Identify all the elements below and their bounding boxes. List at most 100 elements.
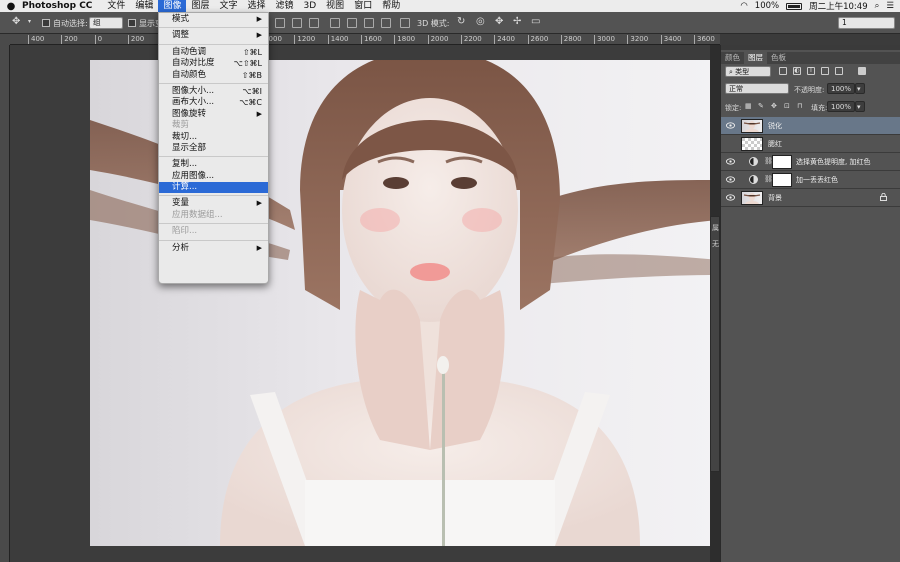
align-icon[interactable] — [309, 18, 319, 28]
collapsed-panel[interactable]: 属 无 — [710, 216, 720, 472]
layer-row[interactable]: 锐化 — [721, 117, 900, 135]
distribute-icon[interactable] — [364, 18, 374, 28]
lock-transparent-icon[interactable]: ▦ — [745, 102, 752, 110]
menu-item[interactable]: 自动色调 ⇧⌘L — [159, 47, 268, 58]
tab-color[interactable]: 颜色 — [721, 52, 744, 64]
menu-edit[interactable]: 编辑 — [130, 0, 158, 12]
filter-type-icon[interactable]: T — [807, 67, 815, 75]
tab-swatches[interactable]: 色板 — [767, 52, 790, 64]
notification-icon[interactable]: ☰ — [886, 1, 894, 11]
distribute-icon[interactable] — [381, 18, 391, 28]
menu-item[interactable]: 显示全部 — [159, 143, 268, 154]
layer-name[interactable]: 锐化 — [768, 120, 782, 132]
lock-artboard-icon[interactable]: ⊡ — [784, 102, 790, 110]
move-tool-icon[interactable]: ✥ — [12, 16, 20, 27]
layer-row[interactable]: ⛓ 选择黄色提明度, 加红色 — [721, 153, 900, 171]
auto-align-icon[interactable] — [400, 18, 410, 28]
menu-item[interactable]: 计算... — [159, 182, 268, 194]
menu-select[interactable]: 选择 — [242, 0, 270, 12]
layer-name[interactable]: 腮红 — [768, 138, 782, 150]
visibility-eye-icon[interactable] — [726, 194, 735, 201]
battery-icon[interactable] — [786, 2, 803, 10]
menu-filter[interactable]: 滤镜 — [271, 0, 299, 12]
auto-select-dropdown[interactable]: 组 — [89, 17, 123, 29]
layer-filter-value: 类型 — [735, 68, 750, 76]
layer-name[interactable]: 加一丢丢红色 — [796, 174, 838, 186]
menu-separator — [159, 195, 268, 197]
visibility-eye-icon[interactable] — [726, 122, 735, 129]
filter-adjustment-icon[interactable]: ◐ — [793, 67, 801, 75]
horizontal-ruler[interactable]: 4002000200400600800100012001400160018002… — [10, 34, 720, 45]
panel-header-strip[interactable] — [721, 45, 900, 50]
menu-item[interactable]: 裁切... — [159, 132, 268, 143]
filter-smart-object-icon[interactable] — [835, 67, 843, 75]
menu-item[interactable]: 变量 ▶ — [159, 198, 268, 209]
chevron-down-icon[interactable]: ▾ — [28, 18, 31, 25]
3d-slide-icon[interactable]: ✢ — [513, 16, 521, 27]
visibility-eye-icon[interactable] — [726, 158, 735, 165]
collapsed-panel-label[interactable]: 无 — [712, 239, 719, 249]
menu-type[interactable]: 文字 — [214, 0, 242, 12]
opacity-dropdown-chevron-icon[interactable]: ▾ — [855, 83, 865, 94]
spotlight-icon[interactable]: ⌕ — [875, 1, 880, 11]
menu-item[interactable]: 复制... — [159, 159, 268, 170]
show-transform-checkbox[interactable] — [128, 19, 136, 27]
menu-3d[interactable]: 3D — [299, 0, 322, 12]
3d-rotate-icon[interactable]: ↻ — [457, 16, 465, 27]
layer-row[interactable]: 腮红 — [721, 135, 900, 153]
blend-mode-dropdown[interactable]: 正常 — [725, 83, 789, 94]
menu-item[interactable]: 图像旋转 ▶ — [159, 109, 268, 120]
lock-position-icon[interactable]: ✥ — [771, 102, 777, 110]
menu-item[interactable]: 应用图像... — [159, 171, 268, 182]
layer-name[interactable]: 背景 — [768, 192, 782, 204]
adjustment-layer-icon[interactable] — [749, 157, 758, 166]
3d-roll-icon[interactable]: ◎ — [476, 16, 485, 27]
fill-dropdown-chevron-icon[interactable]: ▾ — [855, 101, 865, 112]
adjustment-layer-icon[interactable] — [749, 175, 758, 184]
menu-layer[interactable]: 图层 — [186, 0, 214, 12]
3d-drag-icon[interactable]: ✥ — [495, 16, 503, 27]
menu-file[interactable]: 文件 — [102, 0, 130, 12]
mac-menubar: ● Photoshop CC 文件 编辑 图像 图层 文字 选择 滤镜 3D 视… — [0, 0, 900, 12]
collapsed-panel-label[interactable]: 属 — [712, 223, 719, 233]
workspace-dropdown[interactable]: 1 — [838, 17, 895, 29]
opacity-input[interactable]: 100% — [827, 83, 855, 94]
layer-mask-thumbnail[interactable] — [772, 173, 792, 187]
layer-mask-thumbnail[interactable] — [772, 155, 792, 169]
vertical-ruler[interactable] — [0, 45, 10, 562]
align-icon[interactable] — [292, 18, 302, 28]
wifi-icon[interactable]: ◠ — [740, 1, 747, 11]
menu-item[interactable]: 图像大小... ⌥⌘I — [159, 86, 268, 97]
clock[interactable]: 周二上午10:49 — [809, 0, 868, 12]
layer-row[interactable]: 背景 — [721, 189, 900, 207]
apple-icon[interactable]: ● — [0, 1, 22, 12]
layer-filter-dropdown[interactable]: ⌕ 类型 — [725, 66, 771, 77]
lock-image-icon[interactable]: ✎ — [758, 102, 764, 110]
layer-row[interactable]: ⛓ 加一丢丢红色 — [721, 171, 900, 189]
menu-item[interactable]: 模式 ▶ — [159, 14, 268, 25]
align-icon[interactable] — [275, 18, 285, 28]
menu-window[interactable]: 窗口 — [349, 0, 377, 12]
menu-help[interactable]: 帮助 — [377, 0, 405, 12]
filter-shape-icon[interactable] — [821, 67, 829, 75]
distribute-icon[interactable] — [330, 18, 340, 28]
menu-item[interactable]: 自动颜色 ⇧⌘B — [159, 70, 268, 81]
fill-input[interactable]: 100% — [827, 101, 855, 112]
app-name-menu[interactable]: Photoshop CC — [22, 1, 92, 11]
tab-layers[interactable]: 图层 — [744, 52, 767, 64]
visibility-eye-icon[interactable] — [726, 176, 735, 183]
distribute-icon[interactable] — [347, 18, 357, 28]
lock-all-icon[interactable]: ⊓ — [797, 102, 802, 110]
menu-view[interactable]: 视图 — [321, 0, 349, 12]
auto-select-checkbox[interactable] — [42, 19, 50, 27]
layer-name[interactable]: 选择黄色提明度, 加红色 — [796, 156, 870, 168]
menu-item[interactable]: 自动对比度 ⌥⇧⌘L — [159, 58, 268, 69]
menu-item[interactable]: 调整 ▶ — [159, 30, 268, 41]
submenu-arrow-icon: ▶ — [256, 31, 262, 40]
filter-toggle-icon[interactable] — [858, 67, 866, 75]
menu-item[interactable]: 画布大小... ⌥⌘C — [159, 97, 268, 108]
3d-scale-icon[interactable]: ▭ — [531, 16, 540, 27]
menu-image[interactable]: 图像 — [158, 0, 187, 12]
filter-pixel-icon[interactable] — [779, 67, 787, 75]
menu-item[interactable]: 分析 ▶ — [159, 243, 268, 254]
